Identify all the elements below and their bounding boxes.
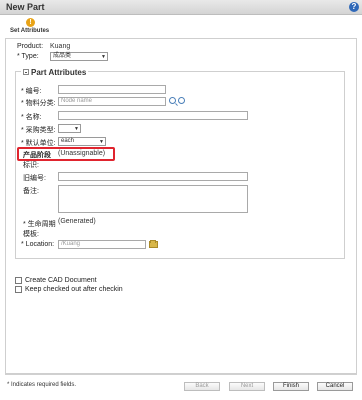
window-title: New Part xyxy=(6,2,45,12)
location-input[interactable]: /Kuang xyxy=(58,240,146,249)
cancel-button[interactable]: Cancel xyxy=(317,382,353,391)
old-number-input[interactable] xyxy=(58,172,248,181)
folder-icon[interactable] xyxy=(149,240,158,248)
name-input[interactable] xyxy=(58,111,248,120)
required-note: * Indicates required fields. xyxy=(7,382,77,388)
warning-icon: ! xyxy=(26,18,35,27)
old-number-label: 旧编号: xyxy=(23,175,46,182)
search-icon[interactable] xyxy=(169,97,176,104)
step-indicator: ! Set Attributes xyxy=(6,18,56,38)
remark-label: 备注: xyxy=(23,188,39,195)
back-button[interactable]: Back xyxy=(184,382,220,391)
number-input[interactable] xyxy=(58,85,166,94)
number-label: * 编号: xyxy=(21,88,42,95)
create-cad-checkbox[interactable] xyxy=(15,277,22,284)
finish-button[interactable]: Finish xyxy=(273,382,309,391)
unit-selected-value: each xyxy=(61,138,75,144)
stage-value: (Unassignable) xyxy=(58,150,106,157)
step-set-attributes[interactable]: Set Attributes xyxy=(10,28,49,34)
part-attributes-header[interactable]: Part Attributes xyxy=(21,68,89,77)
type-selected-value: 成品类 xyxy=(53,53,72,59)
classification-input[interactable]: Node name xyxy=(58,97,166,106)
location-label: * Location: xyxy=(21,241,55,248)
create-cad-label: Create CAD Document xyxy=(25,277,97,284)
product-value: Kuang xyxy=(50,43,71,50)
lifecycle-label-wrap: 模板: xyxy=(23,231,39,238)
chevron-down-icon: ▼ xyxy=(101,54,106,60)
keep-checked-out-label: Keep checked out after checkin xyxy=(25,286,123,293)
name-label: * 名称: xyxy=(21,114,42,121)
stage-label: 产品阶段 xyxy=(23,152,51,159)
collapse-icon[interactable] xyxy=(23,69,29,75)
lifecycle-label: * 生命周期 xyxy=(23,221,56,228)
help-icon[interactable]: ? xyxy=(349,2,359,12)
procurement-select[interactable]: ▼ xyxy=(58,124,81,133)
clear-icon[interactable] xyxy=(178,97,185,104)
type-select[interactable]: 成品类 ▼ xyxy=(50,52,108,61)
chevron-down-icon: ▼ xyxy=(74,126,79,132)
chevron-down-icon: ▼ xyxy=(99,139,104,145)
part-attributes-title: Part Attributes xyxy=(31,68,87,77)
next-button[interactable]: Next xyxy=(229,382,265,391)
product-label: Product: xyxy=(17,43,44,50)
window-titlebar: New Part ? xyxy=(0,0,362,15)
keep-checked-out-checkbox[interactable] xyxy=(15,286,22,293)
procurement-label: * 采购类型: xyxy=(21,127,56,134)
remark-textarea[interactable] xyxy=(58,185,248,213)
type-label: * Type: xyxy=(17,53,39,60)
unit-select[interactable]: each ▼ xyxy=(58,137,106,146)
classification-label: * 物料分类: xyxy=(21,100,56,107)
footer-divider xyxy=(5,374,357,375)
stage-label-wrap: 标识: xyxy=(23,162,39,169)
lifecycle-value: (Generated) xyxy=(58,218,96,225)
